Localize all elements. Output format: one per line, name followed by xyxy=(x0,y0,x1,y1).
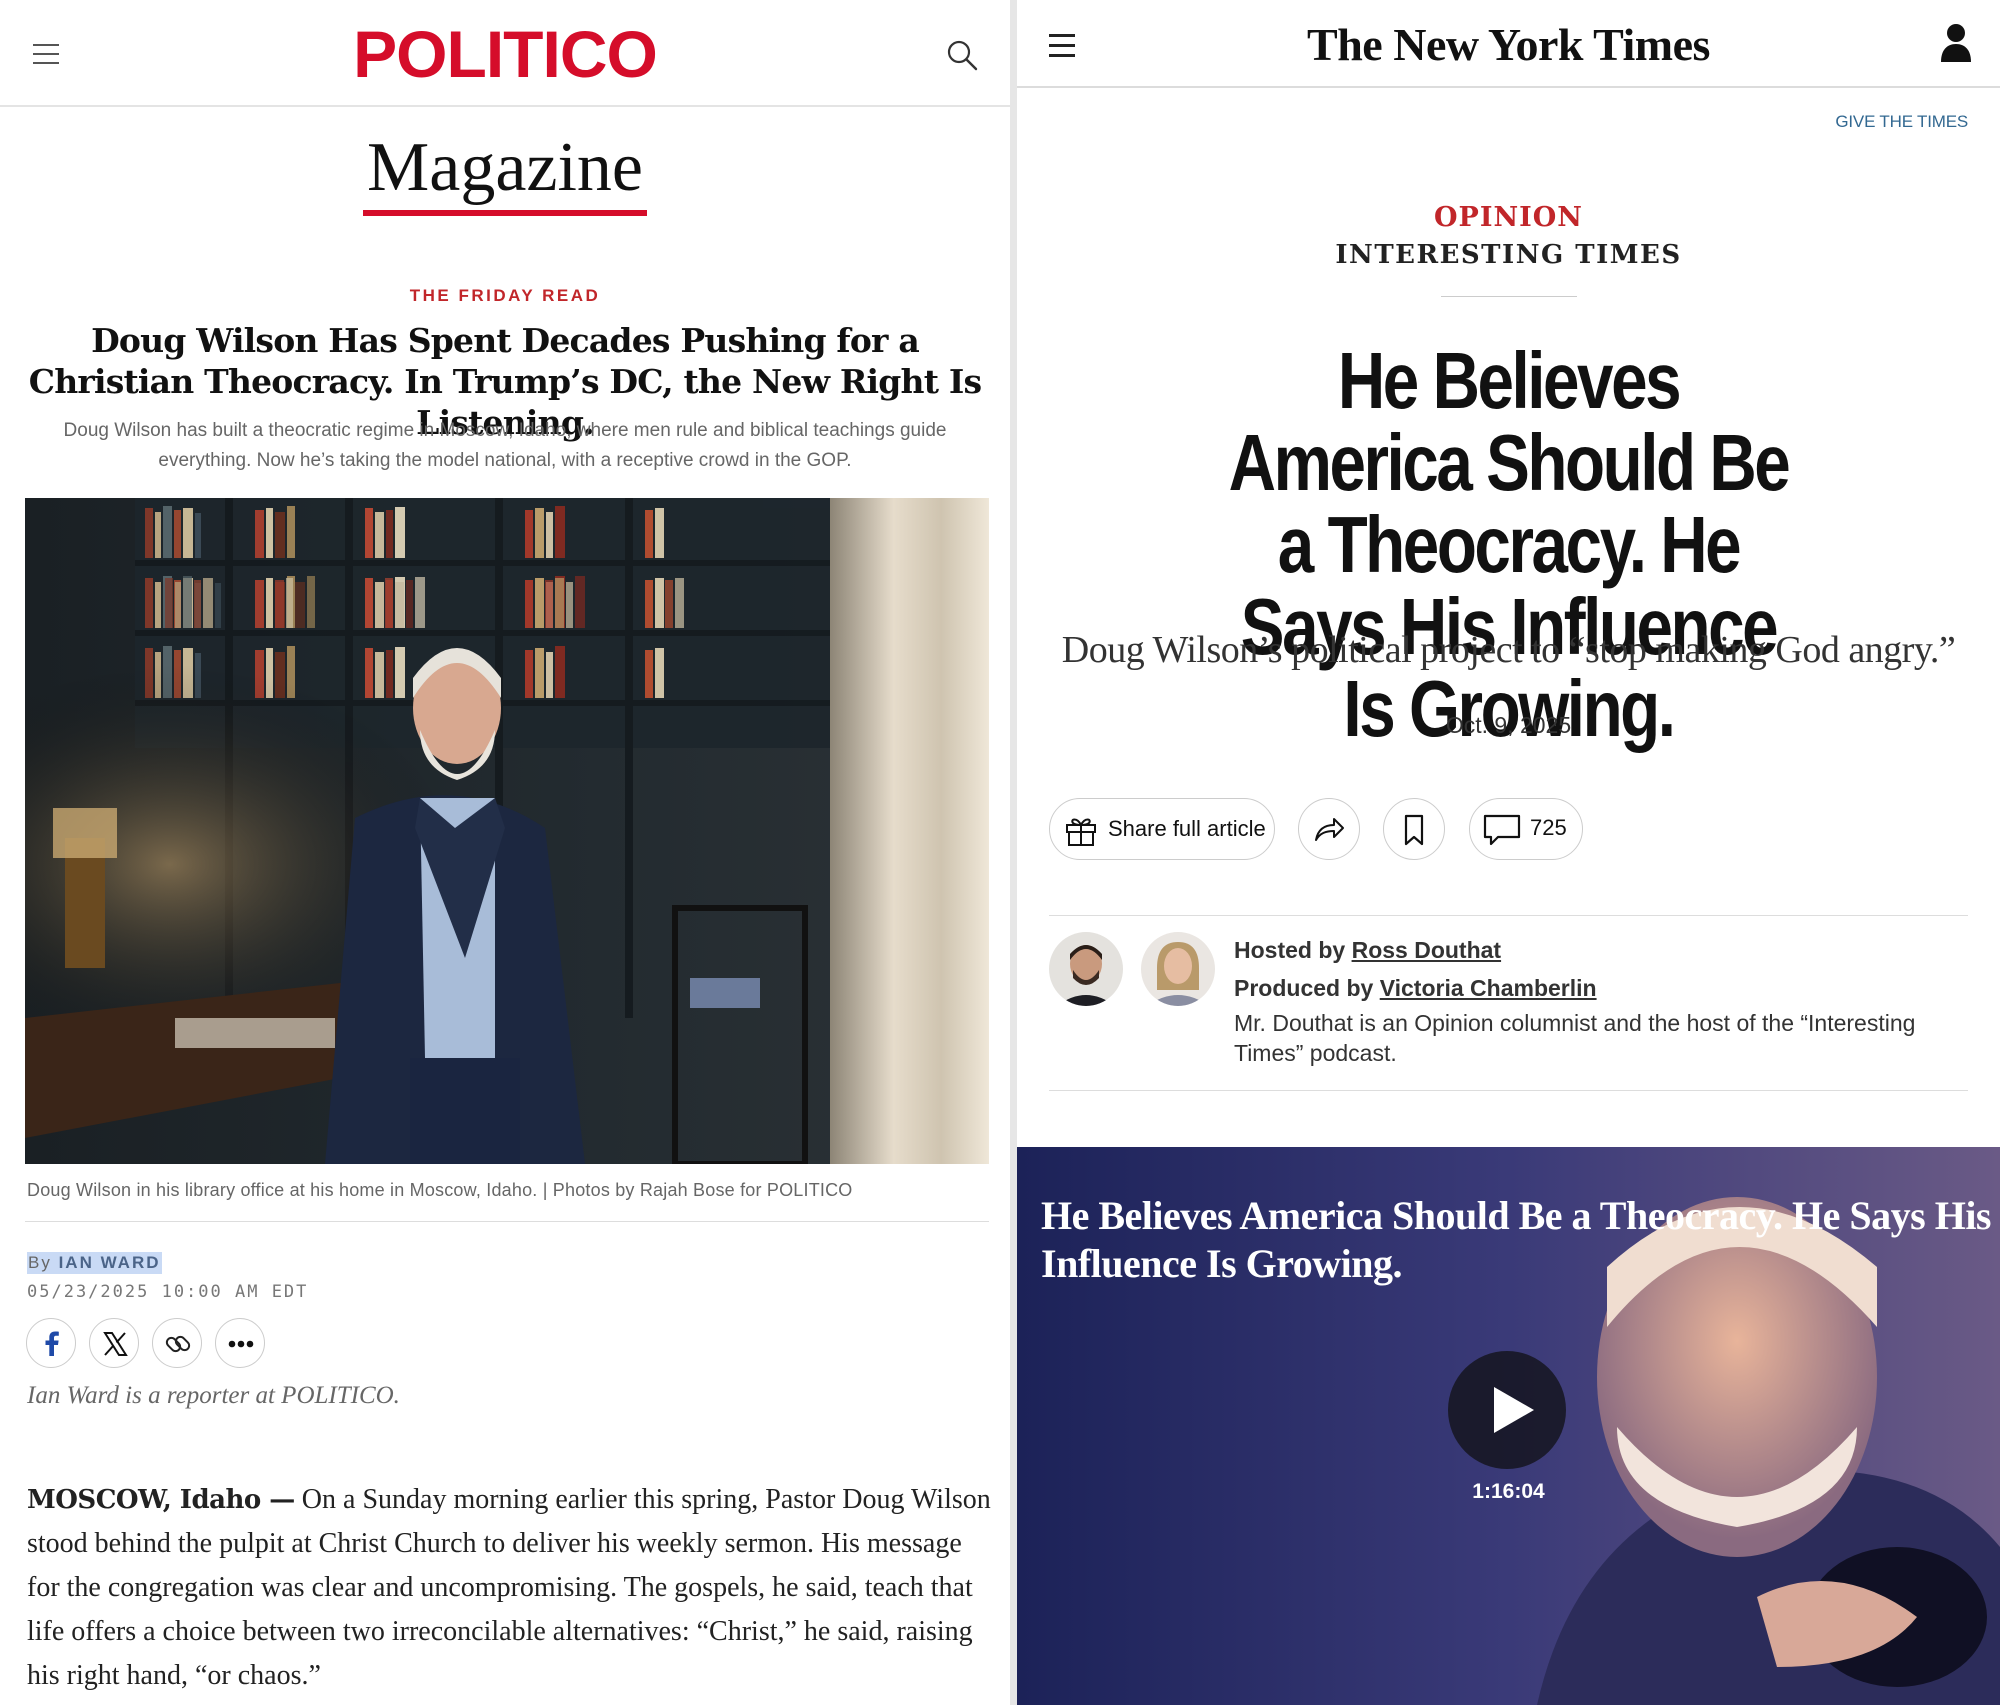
politico-article-pane: POLITICO Magazine THE FRIDAY READ Doug W… xyxy=(0,0,1010,1705)
account-icon[interactable] xyxy=(1939,22,1973,64)
series-label[interactable]: INTERESTING TIMES xyxy=(1017,240,2000,270)
hosted-by-prefix: Hosted by xyxy=(1234,937,1346,963)
share-full-article-button[interactable]: Share full article xyxy=(1049,798,1275,860)
publish-date: Oct. 9, 2025 xyxy=(1445,712,1572,738)
article-dek: Doug Wilson’s political project to “stop… xyxy=(1061,629,1956,671)
pane-divider xyxy=(1010,0,1017,1705)
video-duration: 1:16:04 xyxy=(1472,1480,1545,1503)
byline: By IAN WARD xyxy=(27,1252,162,1274)
section-title[interactable]: Magazine xyxy=(0,128,1010,216)
producer-credit: Produced by Victoria Chamberlin xyxy=(1234,975,1597,1002)
article-body: MOSCOW, Idaho — On a Sunday morning earl… xyxy=(27,1478,997,1698)
author-bio: Ian Ward is a reporter at POLITICO. xyxy=(27,1382,400,1409)
facebook-icon xyxy=(45,1331,59,1356)
contributor-bio: Mr. Douthat is an Opinion columnist and … xyxy=(1234,1010,1916,1066)
nyt-logo[interactable]: The New York Times xyxy=(1017,18,2000,71)
video-title: He Believes America Should Be a Theocrac… xyxy=(1041,1193,1992,1286)
save-bookmark-button[interactable] xyxy=(1383,798,1445,860)
article-dek: Doug Wilson has built a theocratic regim… xyxy=(63,420,947,471)
divider xyxy=(1441,296,1577,297)
politico-logo[interactable]: POLITICO xyxy=(0,16,1010,92)
nyt-article-pane: The New York Times GIVE THE TIMES OPINIO… xyxy=(1017,0,2000,1705)
body-paragraph: On a Sunday morning earlier this spring,… xyxy=(27,1484,991,1691)
dateline: MOSCOW, Idaho — xyxy=(27,1485,295,1515)
kicker: THE FRIDAY READ xyxy=(409,286,601,305)
magazine-label: Magazine xyxy=(363,128,647,216)
comment-icon xyxy=(1483,814,1521,846)
lead-photo xyxy=(25,498,989,1164)
host-avatar[interactable] xyxy=(1049,932,1123,1006)
producer-avatar[interactable] xyxy=(1141,932,1215,1006)
divider xyxy=(1049,915,1968,916)
facebook-share-button[interactable] xyxy=(26,1318,76,1368)
article-headline: He Believes America Should Be a Theocrac… xyxy=(1228,336,1791,753)
copy-link-button[interactable] xyxy=(152,1318,202,1368)
publish-timestamp: 05/23/2025 10:00 AM EDT xyxy=(27,1282,309,1302)
play-icon xyxy=(1494,1387,1534,1433)
share-button[interactable] xyxy=(1298,798,1360,860)
author-link[interactable]: IAN WARD xyxy=(59,1253,161,1272)
comment-count: 725 xyxy=(1530,815,1567,840)
produced-by-prefix: Produced by xyxy=(1234,975,1374,1001)
divider xyxy=(1049,1090,1968,1091)
share-label: Share full article xyxy=(1108,816,1266,841)
divider xyxy=(25,1221,989,1222)
play-button[interactable] xyxy=(1448,1351,1566,1469)
x-share-button[interactable] xyxy=(89,1318,139,1368)
producer-link[interactable]: Victoria Chamberlin xyxy=(1380,975,1597,1001)
bookmark-icon xyxy=(1404,814,1424,846)
comments-button[interactable]: 725 xyxy=(1469,798,1583,860)
host-link[interactable]: Ross Douthat xyxy=(1352,937,1502,963)
share-arrow-icon xyxy=(1315,818,1344,841)
section-label[interactable]: OPINION xyxy=(1017,202,2000,233)
byline-prefix: By xyxy=(28,1253,52,1272)
politico-header: POLITICO xyxy=(0,0,1010,107)
link-icon xyxy=(165,1335,191,1353)
gift-icon xyxy=(1066,818,1096,846)
give-the-times-link[interactable]: GIVE THE TIMES xyxy=(1835,112,1968,132)
photo-caption: Doug Wilson in his library office at his… xyxy=(27,1180,853,1200)
more-share-button[interactable] xyxy=(215,1318,265,1368)
search-icon[interactable] xyxy=(945,38,979,72)
host-credit: Hosted by Ross Douthat xyxy=(1234,937,1501,964)
nyt-header: The New York Times xyxy=(1017,0,2000,88)
x-icon xyxy=(103,1332,128,1356)
more-icon xyxy=(228,1340,254,1348)
